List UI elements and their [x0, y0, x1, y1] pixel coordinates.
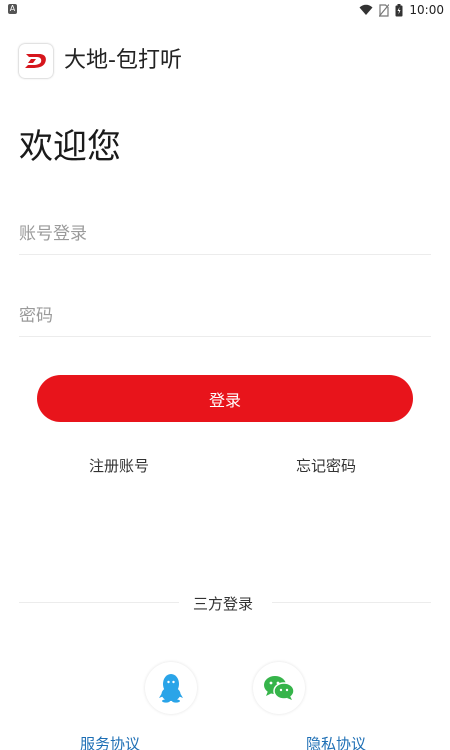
no-sim-icon	[379, 3, 390, 17]
app-header: 大地-包打听	[0, 38, 450, 84]
privacy-agreement-link[interactable]: 隐私协议	[306, 733, 366, 750]
wechat-icon	[264, 676, 295, 700]
welcome-heading: 欢迎您	[19, 127, 121, 167]
app-title: 大地-包打听	[64, 48, 182, 73]
divider-right	[272, 602, 431, 603]
service-agreement-link[interactable]: 服务协议	[80, 733, 140, 750]
battery-icon	[395, 3, 403, 16]
status-time: 10:00	[409, 3, 444, 17]
divider-left	[19, 602, 179, 603]
forgot-password-link[interactable]: 忘记密码	[296, 455, 356, 476]
account-input[interactable]	[19, 214, 431, 255]
third-party-label: 三方登录	[193, 595, 254, 613]
status-icons: 10:00	[359, 2, 444, 18]
qq-login-button[interactable]	[145, 662, 197, 714]
login-button[interactable]: 登录	[37, 375, 413, 422]
qq-icon	[159, 674, 183, 703]
wechat-login-button[interactable]	[253, 662, 305, 714]
notification-a-icon: A	[8, 4, 17, 14]
wifi-icon	[359, 4, 373, 15]
password-input[interactable]	[19, 296, 431, 337]
login-screen: A 10:00 大地-包打听 欢迎您 账号登录 登录 注册账号 忘记密码 三方登…	[0, 0, 450, 750]
register-link[interactable]: 注册账号	[89, 455, 149, 476]
status-bar: A 10:00	[0, 0, 450, 20]
dadi-logo-icon	[19, 44, 53, 78]
